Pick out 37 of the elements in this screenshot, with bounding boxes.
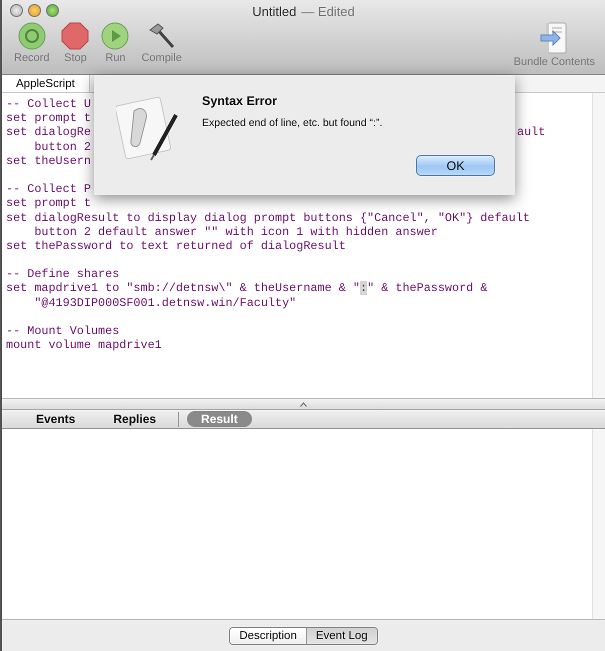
code-line: -- Collect P bbox=[6, 182, 91, 196]
scrollbar-track[interactable] bbox=[592, 93, 605, 398]
code-line: ault bbox=[517, 125, 546, 140]
code-line: -- Mount Volumes bbox=[6, 324, 120, 338]
edited-status: — Edited bbox=[301, 4, 355, 18]
ok-button[interactable]: OK bbox=[416, 155, 495, 176]
record-icon bbox=[18, 22, 46, 50]
result-tab[interactable]: Replies bbox=[99, 411, 170, 427]
hammer-icon bbox=[148, 22, 176, 50]
code-line: set dialogResult to display dialog prompt buttons {"Cancel", "OK"} default bbox=[6, 210, 530, 225]
code-line: set mapdrive1 to "smb://detnsw\" & theUsername & ":" & thePassword & bbox=[6, 281, 488, 296]
minimize-button[interactable] bbox=[28, 4, 41, 17]
code-line: button 2 bbox=[33, 140, 91, 154]
stop-icon bbox=[61, 22, 90, 50]
code-line: button 2 default answer "" with icon 1 with hidden answer bbox=[33, 224, 438, 239]
scrollbar-track[interactable] bbox=[592, 429, 605, 619]
code-line: set prompt t bbox=[6, 111, 91, 126]
code-line: "@4193DIP000SF001.detnsw.win/Faculty" bbox=[33, 296, 296, 310]
code-line: set dialogRe bbox=[6, 125, 92, 140]
language-popup[interactable]: AppleScript bbox=[2, 75, 90, 92]
code-line: -- Define shares bbox=[6, 267, 120, 282]
window-title: Untitled bbox=[252, 4, 296, 18]
bundle-icon bbox=[540, 22, 568, 54]
code-line: mount volume mapdrive1 bbox=[6, 338, 162, 352]
dialog-message: Expected end of line, etc. but found “:”. bbox=[202, 117, 384, 129]
close-button[interactable] bbox=[10, 4, 23, 17]
code-line: set thePassword to text returned of dialogResult bbox=[6, 238, 346, 254]
play-icon bbox=[101, 22, 130, 50]
dialog-title: Syntax Error bbox=[202, 94, 278, 108]
splitter-handle-icon[interactable] bbox=[300, 402, 307, 406]
view-segment[interactable]: Description bbox=[230, 628, 306, 644]
view-segment[interactable]: Event Log bbox=[306, 628, 377, 644]
code-line: set prompt t bbox=[6, 196, 91, 210]
code-line: set theUsern bbox=[6, 154, 91, 168]
result-tab[interactable]: Events bbox=[22, 411, 90, 427]
zoom-button[interactable] bbox=[46, 4, 59, 17]
code-line: -- Collect U bbox=[6, 97, 91, 112]
